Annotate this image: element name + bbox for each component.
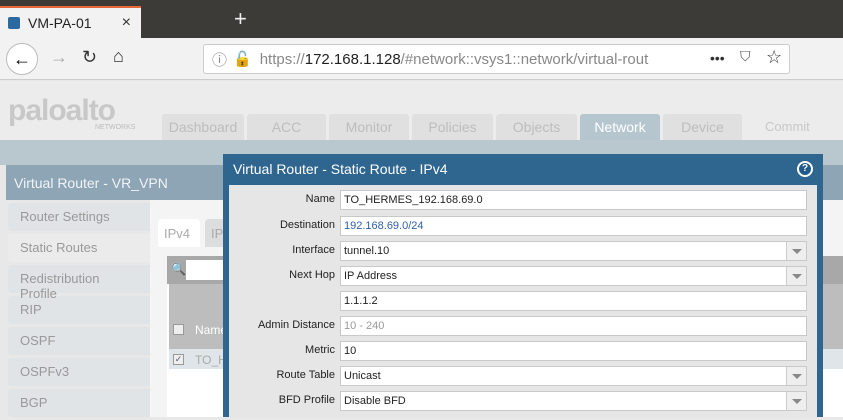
next-hop-select[interactable]: IP Address xyxy=(340,266,807,286)
route-table-value: Unicast xyxy=(344,370,381,382)
interface-select[interactable]: tunnel.10 xyxy=(340,241,807,261)
chevron-down-icon[interactable] xyxy=(786,367,806,385)
favicon-icon xyxy=(8,17,20,29)
bfd-profile-value: Disable BFD xyxy=(344,395,406,407)
url-path: /#network::vsys1::network/virtual-rout xyxy=(400,50,649,68)
interface-label: Interface xyxy=(292,244,335,256)
interface-row: Interface tunnel.10 xyxy=(229,241,817,261)
paloalto-logo: paloalto xyxy=(8,94,116,127)
admin-distance-label: Admin Distance xyxy=(257,319,335,331)
info-icon: ⓘ xyxy=(212,51,228,69)
metric-label: Metric xyxy=(305,344,335,356)
new-tab-button[interactable]: + xyxy=(234,6,247,32)
pocket-icon[interactable]: ⛉ xyxy=(740,48,751,65)
browser-tab[interactable]: VM-PA-01 × xyxy=(0,6,141,38)
next-hop-value: IP Address xyxy=(344,270,397,282)
destination-row: Destination 192.168.69.0/24 xyxy=(229,216,817,236)
tab-title: VM-PA-01 xyxy=(28,15,92,31)
destination-input[interactable]: 192.168.69.0/24 xyxy=(340,216,807,236)
name-row: Name TO_HERMES_192.168.69.0 xyxy=(229,190,817,210)
back-button[interactable]: ← xyxy=(6,43,38,75)
metric-input[interactable]: 10 xyxy=(340,341,807,361)
reload-button[interactable]: ↻ xyxy=(82,47,97,68)
destination-label: Destination xyxy=(279,219,335,231)
insecure-lock-icon: 🔓 xyxy=(233,51,252,68)
bfd-profile-row: BFD Profile Disable BFD xyxy=(229,391,817,411)
close-tab-icon[interactable]: × xyxy=(122,14,131,32)
sidebar-item-bgp[interactable]: BGP xyxy=(8,389,150,417)
forward-button[interactable]: → xyxy=(50,47,68,68)
subtab-ipv4[interactable]: IPv4 xyxy=(158,219,200,247)
name-label: Name xyxy=(305,193,335,205)
bfd-profile-label: BFD Profile xyxy=(278,394,335,406)
sidebar-item-ospfv3[interactable]: OSPFv3 xyxy=(8,358,150,386)
route-table-label: Route Table xyxy=(276,369,335,381)
admin-distance-input[interactable]: 10 - 240 xyxy=(340,316,807,336)
tab-objects[interactable]: Objects xyxy=(496,114,577,140)
select-all-checkbox[interactable] xyxy=(173,324,184,335)
tab-dashboard[interactable]: Dashboard xyxy=(162,114,244,140)
route-table-row: Route Table Unicast xyxy=(229,366,817,386)
row-checkbox[interactable]: ✓ xyxy=(173,354,184,365)
admin-distance-row: Admin Distance 10 - 240 xyxy=(229,316,817,336)
chevron-down-icon[interactable] xyxy=(786,267,806,285)
sidebar-item-redistribution-profile[interactable]: Redistribution Profile xyxy=(8,265,150,301)
search-icon: 🔍 xyxy=(171,262,186,276)
next-hop-ip-row: 1.1.1.2 xyxy=(229,291,817,311)
bookmark-star-icon[interactable]: ☆ xyxy=(766,47,782,68)
route-table-select[interactable]: Unicast xyxy=(340,366,807,386)
chevron-down-icon[interactable] xyxy=(786,242,806,260)
commit-button[interactable]: Commit xyxy=(765,119,810,134)
dialog-title: Virtual Router - Static Route - IPv4 xyxy=(233,161,448,177)
url-host: 172.168.1.128 xyxy=(304,50,401,68)
tab-policies[interactable]: Policies xyxy=(412,114,493,140)
sidebar-item-ospf[interactable]: OSPF xyxy=(8,327,150,355)
tab-monitor[interactable]: Monitor xyxy=(329,114,409,140)
page-actions-icon[interactable]: ••• xyxy=(710,50,725,66)
next-hop-label: Next Hop xyxy=(289,269,335,281)
tab-network[interactable]: Network xyxy=(580,114,660,140)
logo-subtitle: NETWORKS xyxy=(95,124,136,131)
next-hop-row: Next Hop IP Address xyxy=(229,266,817,286)
metric-row: Metric 10 xyxy=(229,341,817,361)
url-prefix: https:// xyxy=(259,50,305,68)
tab-acc[interactable]: ACC xyxy=(247,114,326,140)
help-icon[interactable]: ? xyxy=(797,161,813,177)
sidebar: Router Settings Static Routes Redistribu… xyxy=(8,203,150,420)
next-hop-ip-input[interactable]: 1.1.1.2 xyxy=(340,291,807,311)
tab-device[interactable]: Device xyxy=(663,114,742,140)
sidebar-item-static-routes[interactable]: Static Routes xyxy=(8,234,150,262)
sidebar-item-router-settings[interactable]: Router Settings xyxy=(8,203,150,231)
name-input[interactable]: TO_HERMES_192.168.69.0 xyxy=(340,190,807,210)
interface-value: tunnel.10 xyxy=(344,245,390,257)
chevron-down-icon[interactable] xyxy=(786,392,806,410)
bfd-profile-select[interactable]: Disable BFD xyxy=(340,391,807,411)
home-button[interactable]: ⌂ xyxy=(113,46,124,67)
url-bar[interactable]: ⓘ 🔓 https://172.168.1.128/#network::vsys1:… xyxy=(203,44,790,74)
